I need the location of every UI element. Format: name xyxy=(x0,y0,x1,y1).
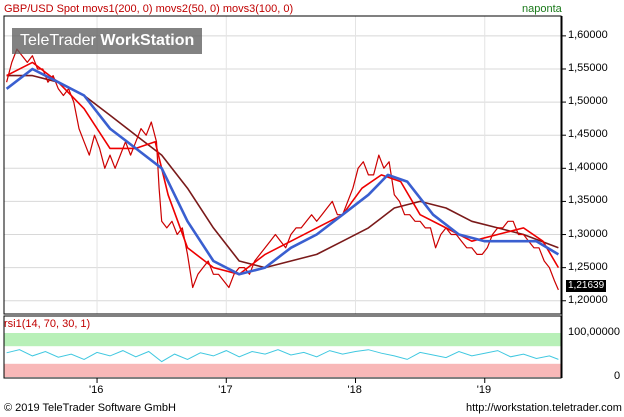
rsi-indicator-title: rsi1(14, 70, 30, 1) xyxy=(4,318,91,330)
price-tick-label: 1,50000 xyxy=(568,95,608,108)
price-tick-label: 1,45000 xyxy=(568,128,608,141)
teletrader-watermark-logo: TeleTrader WorkStation xyxy=(12,28,203,54)
last-price-marker: 1,21639 xyxy=(566,280,607,292)
chart-canvas[interactable] xyxy=(0,0,624,417)
rsi-tick-label: 0 xyxy=(614,370,621,382)
price-tick-label: 1,55000 xyxy=(568,61,608,74)
chart-window: GBP/USD Spot movs1(200, 0) movs2(50, 0) … xyxy=(0,0,624,417)
price-tick-label: 1,30000 xyxy=(568,227,608,240)
instrument-title: GBP/USD Spot movs1(200, 0) movs2(50, 0) … xyxy=(4,3,294,15)
time-tick-label: '16 xyxy=(89,384,104,396)
time-tick-label: '19 xyxy=(476,384,492,396)
main-panel-background xyxy=(4,16,561,314)
price-tick-label: 1,35000 xyxy=(568,194,608,207)
price-tick-label: 1,25000 xyxy=(568,260,608,273)
time-axis-ticks xyxy=(96,378,486,383)
watermark-brand: TeleTrader xyxy=(20,32,96,49)
rsi-series xyxy=(6,349,559,363)
time-tick-label: '18 xyxy=(347,384,362,396)
period-label[interactable]: naponta xyxy=(522,3,562,16)
time-tick-label: '17 xyxy=(218,384,233,396)
watermark-product: WorkStation xyxy=(100,32,195,49)
price-tick-label: 1,60000 xyxy=(568,28,608,41)
price-tick-label: 1,40000 xyxy=(568,161,608,174)
rsi-oversold-band xyxy=(4,363,561,377)
rsi-tick-label: 100,00000 xyxy=(568,326,620,338)
series-line-rsi xyxy=(6,349,559,363)
price-tick-label: 1,20000 xyxy=(568,293,608,306)
website-link[interactable]: http://workstation.teletrader.com xyxy=(466,402,622,415)
rsi-overbought-band xyxy=(4,333,561,347)
copyright-notice: © 2019 TeleTrader Software GmbH xyxy=(4,402,176,414)
